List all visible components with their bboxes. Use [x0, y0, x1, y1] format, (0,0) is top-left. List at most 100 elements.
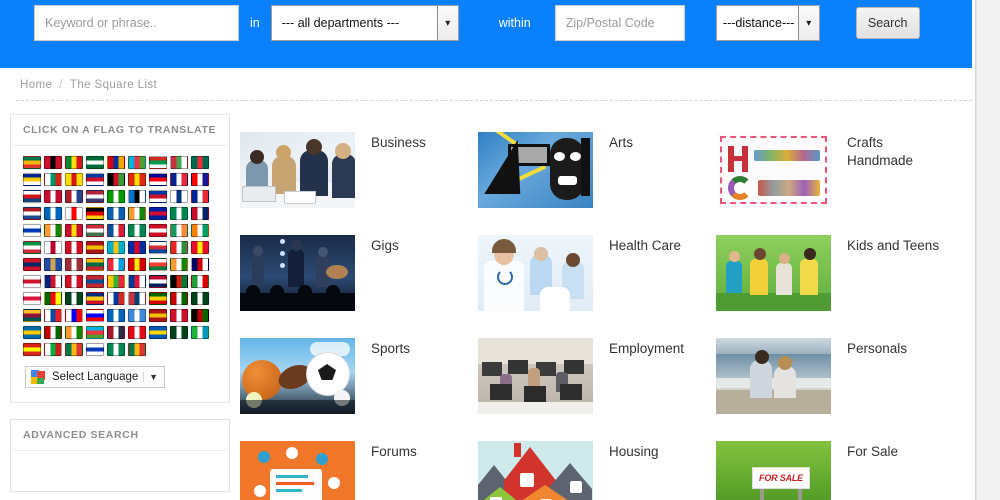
flag-india-3[interactable] [64, 326, 83, 339]
category-thumbnail-for-sale[interactable]: FOR SALE [716, 441, 831, 500]
flag-zimbabwe[interactable] [148, 292, 167, 305]
flag-nigeria-alt[interactable] [127, 224, 146, 237]
flag-china[interactable] [127, 173, 146, 186]
flag-pakistan-alt[interactable] [190, 292, 209, 305]
flag-netherlands-alt[interactable] [22, 207, 41, 220]
flag-bosnia[interactable] [22, 173, 41, 186]
flag-france-alt[interactable] [190, 190, 209, 203]
flag-sweden[interactable] [22, 326, 41, 339]
flag-italy[interactable] [22, 241, 41, 254]
flag-kazakhstan[interactable] [106, 241, 125, 254]
flag-belarus[interactable] [169, 156, 188, 169]
category-thumbnail-arts[interactable] [478, 132, 593, 208]
distance-select[interactable]: ---distance--- ▾ [715, 5, 820, 41]
flag-armenia[interactable] [106, 156, 125, 169]
category-link-crafts-handmade[interactable]: Crafts Handmade [847, 132, 947, 170]
flag-pakistan-2[interactable] [169, 326, 188, 339]
flag-india-alt[interactable] [43, 224, 62, 237]
flag-finland[interactable] [169, 190, 188, 203]
flag-poland[interactable] [22, 292, 41, 305]
flag-cambodia[interactable] [127, 241, 146, 254]
breadcrumb-home-link[interactable]: Home [20, 79, 52, 91]
flag-hawaii[interactable] [190, 207, 209, 220]
flag-new-zealand[interactable] [43, 275, 62, 288]
category-link-for-sale[interactable]: For Sale [847, 441, 898, 461]
category-link-sports[interactable]: Sports [371, 338, 410, 358]
flag-nepal[interactable] [127, 275, 146, 288]
flag-south-africa-3[interactable] [127, 343, 146, 356]
category-thumbnail-business[interactable] [240, 132, 355, 208]
flag-germany[interactable] [85, 207, 104, 220]
flag-nigeria-2[interactable] [106, 343, 125, 356]
flag-uzbekistan[interactable] [190, 326, 209, 339]
department-select[interactable]: --- all departments --- ▾ [270, 5, 459, 41]
category-thumbnail-kids-and-teens[interactable] [716, 235, 831, 311]
page-scrollbar[interactable] [976, 0, 1000, 500]
flag-tajikistan[interactable] [169, 292, 188, 305]
flag-laos[interactable] [22, 258, 41, 271]
flag-turkey[interactable] [127, 326, 146, 339]
category-thumbnail-forums[interactable] [240, 441, 355, 500]
category-link-arts[interactable]: Arts [609, 132, 633, 152]
flag-netherlands[interactable] [64, 190, 83, 203]
flag-madagascar[interactable] [148, 258, 167, 271]
category-link-personals[interactable]: Personals [847, 338, 907, 358]
category-thumbnail-gigs[interactable] [240, 235, 355, 311]
flag-haiti[interactable] [148, 207, 167, 220]
flag-greece[interactable] [106, 207, 125, 220]
flag-spain[interactable] [148, 309, 167, 322]
category-thumbnail-sports[interactable] [240, 338, 355, 414]
search-keyword-input[interactable]: Keyword or phrase.. [34, 5, 239, 41]
category-link-employment[interactable]: Employment [609, 338, 684, 358]
flag-denmark[interactable] [43, 190, 62, 203]
flag-india-2[interactable] [169, 258, 188, 271]
flag-kurdistan[interactable] [169, 241, 188, 254]
flag-iran[interactable] [190, 275, 209, 288]
category-link-forums[interactable]: Forums [371, 441, 417, 461]
flag-malawi[interactable] [106, 173, 125, 186]
flag-mongolia[interactable] [85, 275, 104, 288]
category-thumbnail-personals[interactable] [716, 338, 831, 414]
category-link-health-care[interactable]: Health Care [609, 235, 681, 255]
flag-ireland[interactable] [169, 224, 188, 237]
flag-bahrain[interactable] [64, 275, 83, 288]
flag-thailand[interactable] [106, 326, 125, 339]
flag-saudi-arabia[interactable] [85, 156, 104, 169]
flag-indonesia-2[interactable] [169, 309, 188, 322]
flag-slovenia-alt[interactable] [85, 309, 104, 322]
flag-russia[interactable] [106, 292, 125, 305]
flag-slovenia[interactable] [64, 309, 83, 322]
flag-kenya[interactable] [190, 309, 209, 322]
flag-portugal[interactable] [43, 292, 62, 305]
flag-ethiopia[interactable] [64, 156, 83, 169]
flag-azerbaijan-alt[interactable] [85, 326, 104, 339]
search-button[interactable]: Search [855, 7, 920, 39]
select-language-dropdown[interactable]: Select Language ▼ [25, 366, 165, 388]
flag-luxembourg[interactable] [106, 258, 125, 271]
flag-scotland-dark[interactable] [43, 207, 62, 220]
flag-bulgaria[interactable] [43, 173, 62, 186]
flag-myanmar[interactable] [106, 275, 125, 288]
flag-iceland[interactable] [106, 224, 125, 237]
flag-kyrgyzstan[interactable] [190, 241, 209, 254]
flag-nigeria[interactable] [169, 207, 188, 220]
flag-south-africa-2[interactable] [64, 343, 83, 356]
flag-scotland[interactable] [106, 309, 125, 322]
flag-estonia[interactable] [127, 190, 146, 203]
flag-norway[interactable] [148, 275, 167, 288]
flag-czech[interactable] [22, 190, 41, 203]
category-link-housing[interactable]: Housing [609, 441, 659, 461]
category-thumbnail-housing[interactable] [478, 441, 593, 500]
flag-vietnam[interactable] [22, 343, 41, 356]
flag-india[interactable] [127, 207, 146, 220]
category-link-gigs[interactable]: Gigs [371, 235, 399, 255]
flag-albania[interactable] [43, 156, 62, 169]
category-link-kids-and-teens[interactable]: Kids and Teens [847, 235, 939, 255]
flag-hmong[interactable] [64, 224, 83, 237]
flag-croatia[interactable] [190, 173, 209, 186]
flag-france[interactable] [169, 173, 188, 186]
flag-hungary[interactable] [85, 224, 104, 237]
flag-romania[interactable] [85, 292, 104, 305]
flag-slovakia[interactable] [43, 309, 62, 322]
flag-tajikistan-alt[interactable] [43, 326, 62, 339]
